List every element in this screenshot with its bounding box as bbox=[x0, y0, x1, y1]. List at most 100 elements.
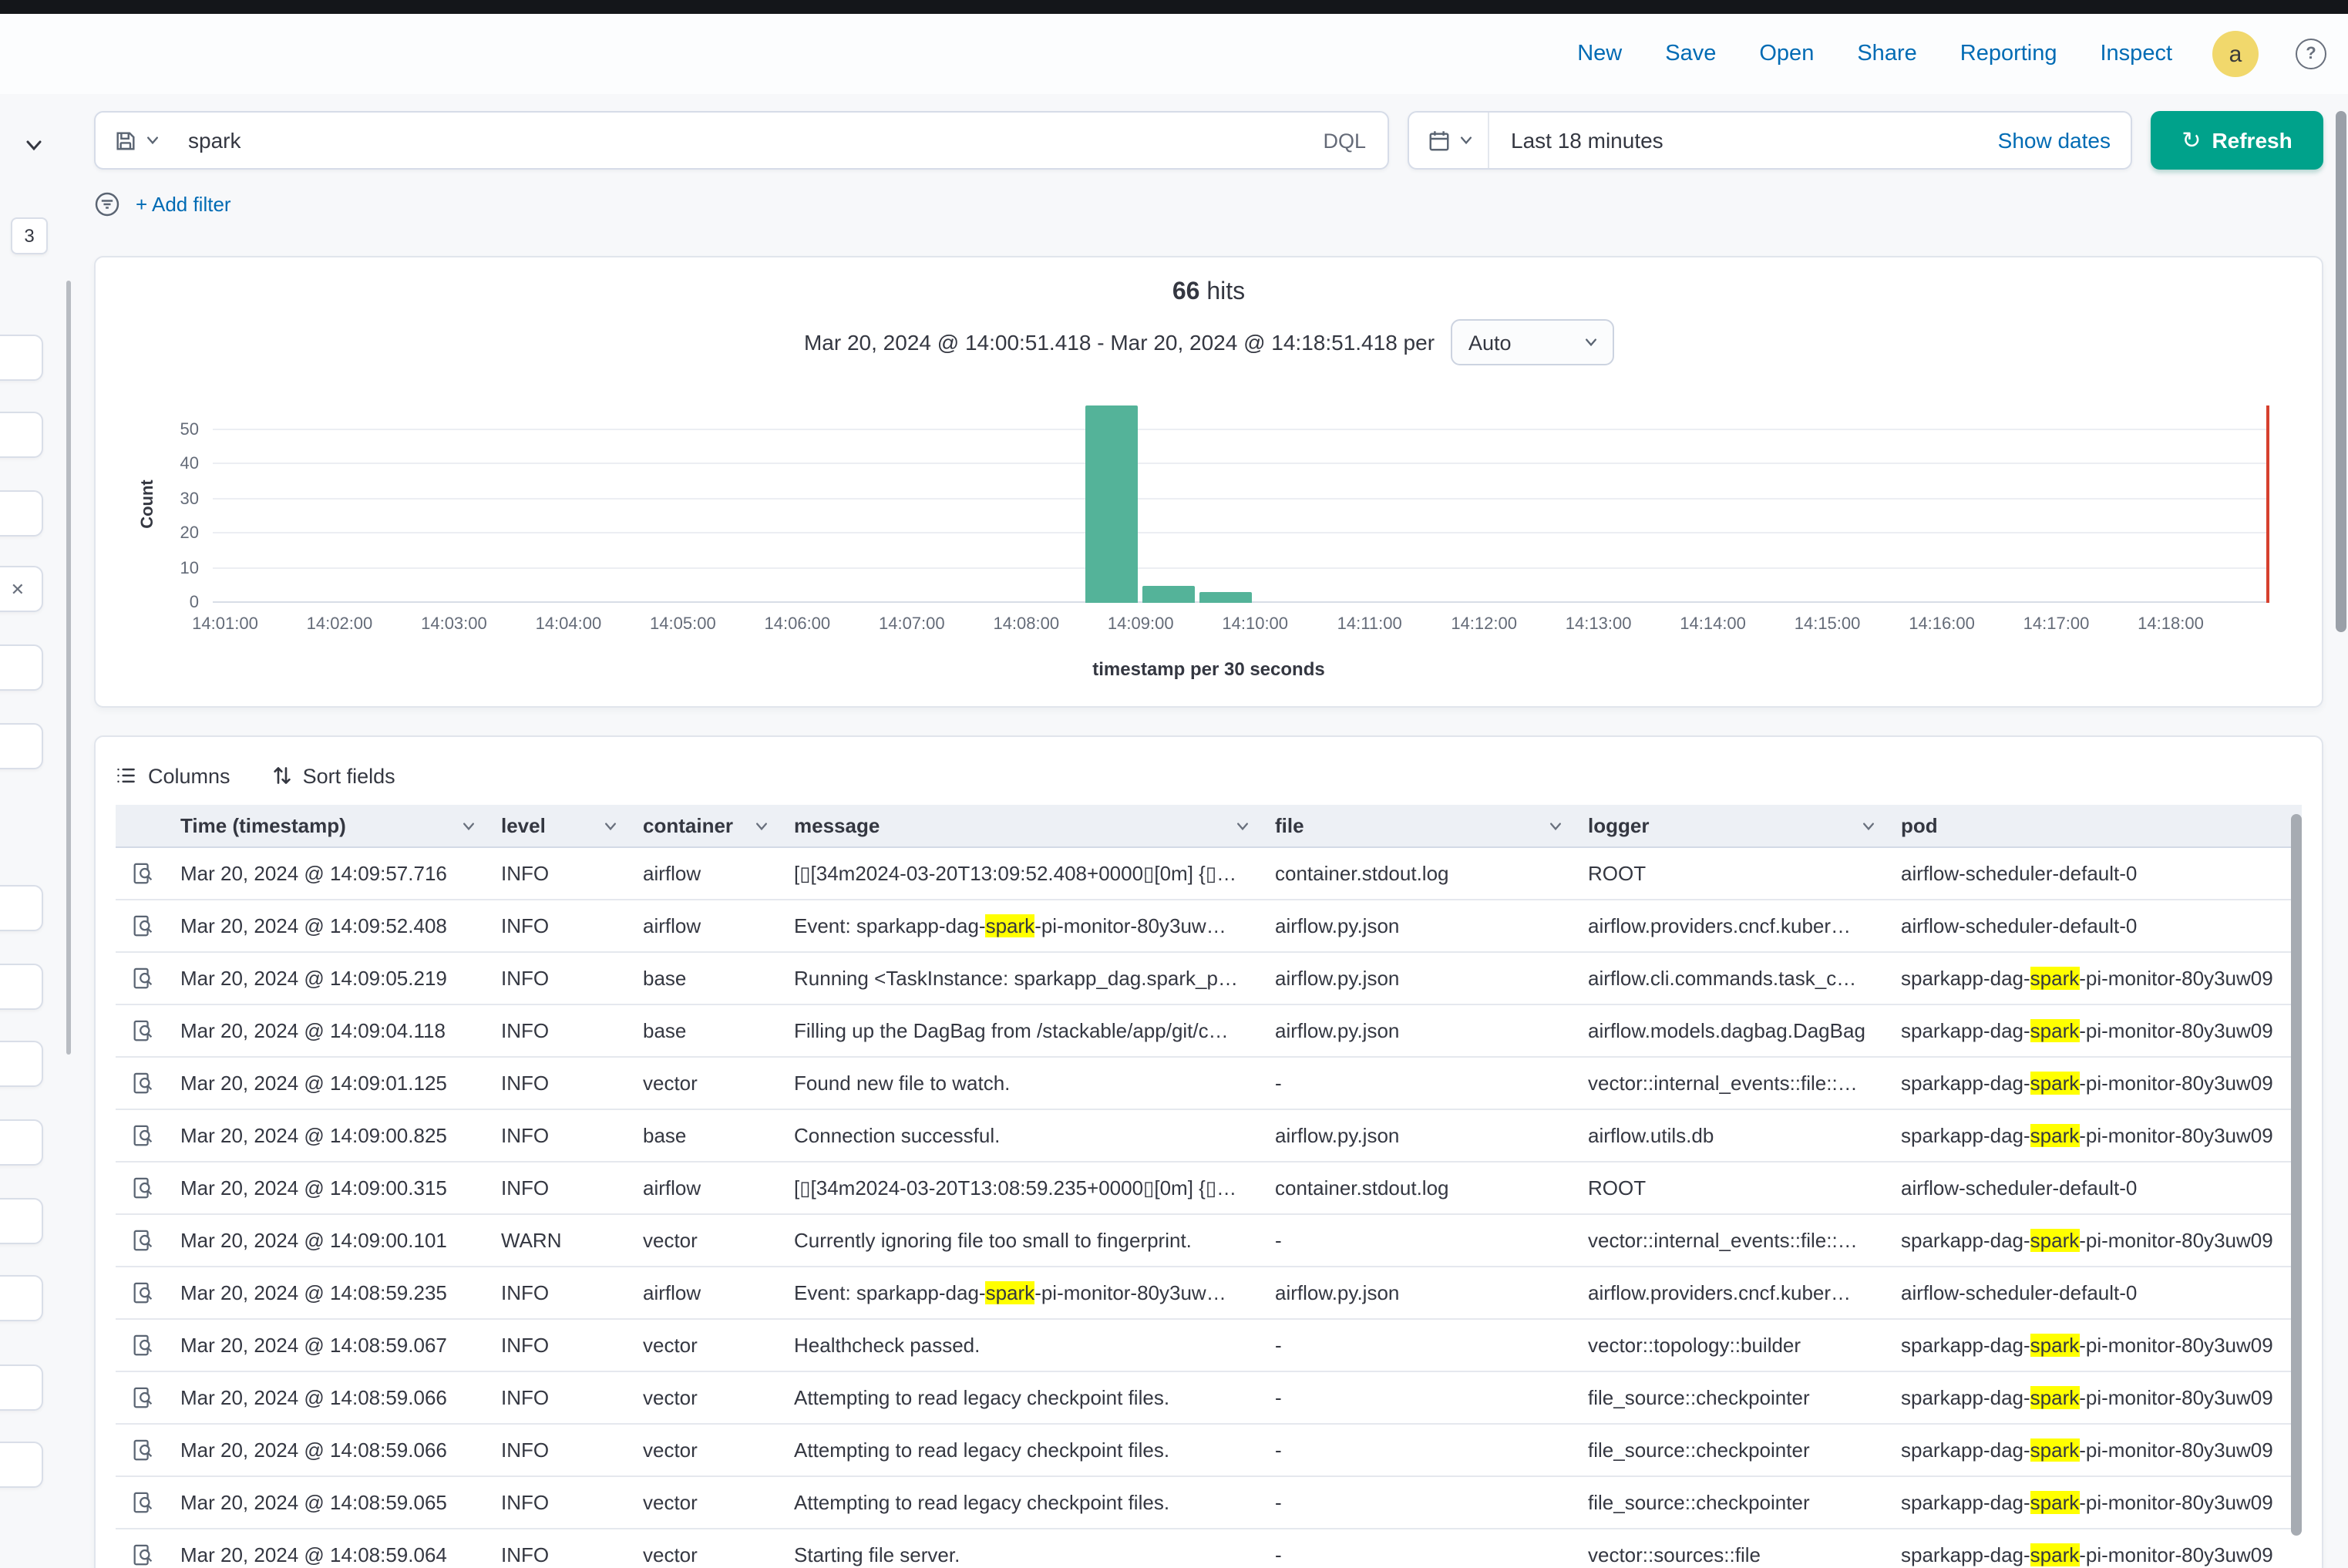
rail-scrollbar[interactable] bbox=[66, 281, 71, 1055]
cell-pod: sparkapp-dag-spark-pi-monitor-80y3uw09 bbox=[1889, 1072, 2302, 1095]
cell-message: Running <TaskInstance: sparkapp_dag.spar… bbox=[782, 967, 1263, 990]
histogram-plot-area[interactable]: 0102030405014:01:0014:02:0014:03:0014:04… bbox=[213, 405, 2269, 603]
expand-document-button[interactable] bbox=[116, 1229, 168, 1252]
chevron-down-icon[interactable] bbox=[603, 818, 618, 833]
cell-file: airflow.py.json bbox=[1263, 1019, 1576, 1042]
x-tick-label: 14:11:00 bbox=[1337, 615, 1402, 634]
cell-message: Connection successful. bbox=[782, 1124, 1263, 1147]
show-dates-button[interactable]: Show dates bbox=[1998, 128, 2131, 153]
remove-icon[interactable]: ✕ bbox=[11, 579, 25, 599]
x-tick-label: 14:08:00 bbox=[993, 615, 1059, 634]
columns-button[interactable]: Columns bbox=[116, 764, 230, 787]
cell-container: vector bbox=[631, 1491, 782, 1514]
nav-share[interactable]: Share bbox=[1857, 42, 1916, 66]
expand-document-button[interactable] bbox=[116, 1334, 168, 1357]
expand-document-button[interactable] bbox=[116, 914, 168, 937]
expand-document-button[interactable] bbox=[116, 1124, 168, 1147]
column-header-file[interactable]: file bbox=[1263, 805, 1576, 846]
cell-message: [▯[34m2024-03-20T13:09:52.408+0000▯[0m] … bbox=[782, 861, 1263, 886]
column-header-container[interactable]: container bbox=[631, 805, 782, 846]
field-button-partial[interactable] bbox=[0, 1198, 43, 1244]
cell-level: INFO bbox=[489, 967, 631, 990]
page-scrollbar-thumb[interactable] bbox=[2336, 111, 2346, 632]
sort-fields-button[interactable]: Sort fields bbox=[274, 764, 395, 787]
nav-inspect[interactable]: Inspect bbox=[2101, 42, 2173, 66]
quick-select-button[interactable] bbox=[1409, 113, 1489, 168]
table-scrollbar-thumb[interactable] bbox=[2291, 814, 2302, 1536]
nav-new[interactable]: New bbox=[1577, 42, 1622, 66]
nav-open[interactable]: Open bbox=[1759, 42, 1814, 66]
x-tick-label: 14:17:00 bbox=[2023, 615, 2090, 634]
column-header-time-timestamp-[interactable]: Time (timestamp) bbox=[168, 805, 489, 846]
query-bar: DQL Last 18 minutes Show dates ↻ Refresh bbox=[94, 111, 2323, 170]
expand-document-button[interactable] bbox=[116, 1072, 168, 1095]
field-button-partial[interactable] bbox=[0, 335, 43, 381]
cell-level: WARN bbox=[489, 1229, 631, 1252]
query-language-button[interactable]: DQL bbox=[1301, 129, 1388, 152]
refresh-button[interactable]: ↻ Refresh bbox=[2151, 111, 2323, 170]
cell-level: INFO bbox=[489, 1543, 631, 1566]
column-header-label: container bbox=[643, 814, 733, 837]
interval-select[interactable]: Auto bbox=[1450, 319, 1613, 365]
expand-document-button[interactable] bbox=[116, 1438, 168, 1462]
search-highlight: spark bbox=[986, 1281, 1035, 1304]
column-header-logger[interactable]: logger bbox=[1576, 805, 1889, 846]
field-button-partial[interactable] bbox=[0, 1041, 43, 1087]
inspect-document-icon bbox=[130, 1334, 153, 1357]
help-icon[interactable]: ? bbox=[2296, 39, 2326, 69]
field-button-partial[interactable] bbox=[0, 723, 43, 769]
expand-document-button[interactable] bbox=[116, 1176, 168, 1200]
field-button-partial[interactable] bbox=[0, 1364, 43, 1411]
cell-container: vector bbox=[631, 1334, 782, 1357]
cell-pod: airflow-scheduler-default-0 bbox=[1889, 914, 2302, 937]
field-button-partial[interactable] bbox=[0, 412, 43, 458]
chevron-down-icon[interactable] bbox=[461, 818, 476, 833]
nav-save[interactable]: Save bbox=[1665, 42, 1716, 66]
cell-file: - bbox=[1263, 1386, 1576, 1409]
chevron-down-icon[interactable] bbox=[1861, 818, 1876, 833]
cell-container: airflow bbox=[631, 1176, 782, 1200]
chevron-down-icon[interactable] bbox=[1235, 818, 1250, 833]
add-filter-button[interactable]: + Add filter bbox=[136, 192, 231, 215]
collapse-panel-button[interactable] bbox=[14, 128, 54, 162]
table-row: Mar 20, 2024 @ 14:09:52.408INFOairflowEv… bbox=[116, 900, 2302, 953]
field-button-partial[interactable] bbox=[0, 1275, 43, 1321]
field-button-partial[interactable] bbox=[0, 490, 43, 537]
search-input[interactable] bbox=[176, 128, 1301, 153]
field-button-partial[interactable] bbox=[0, 644, 43, 691]
cell-container: vector bbox=[631, 1438, 782, 1462]
nav-reporting[interactable]: Reporting bbox=[1960, 42, 2057, 66]
chevron-down-icon[interactable] bbox=[1548, 818, 1563, 833]
saved-query-button[interactable] bbox=[96, 113, 176, 168]
column-header-message[interactable]: message bbox=[782, 805, 1263, 846]
field-count-badge[interactable]: 3 bbox=[11, 217, 48, 254]
cell-level: INFO bbox=[489, 1072, 631, 1095]
table-toolbar: Columns Sort fields bbox=[116, 755, 2302, 796]
expand-document-button[interactable] bbox=[116, 1019, 168, 1042]
y-tick-label: 40 bbox=[180, 455, 200, 473]
field-button-partial[interactable] bbox=[0, 964, 43, 1010]
field-button-partial[interactable] bbox=[0, 1119, 43, 1166]
column-header-pod[interactable]: pod bbox=[1889, 805, 2302, 846]
avatar[interactable]: a bbox=[2212, 31, 2259, 77]
time-range-value[interactable]: Last 18 minutes bbox=[1489, 128, 1998, 153]
expand-document-button[interactable] bbox=[116, 1491, 168, 1514]
cell-pod: sparkapp-dag-spark-pi-monitor-80y3uw09 bbox=[1889, 1124, 2302, 1147]
x-tick-label: 14:03:00 bbox=[421, 615, 487, 634]
expand-document-button[interactable] bbox=[116, 1386, 168, 1409]
field-button-partial[interactable]: ✕ bbox=[0, 566, 43, 612]
cell-logger: vector::sources::file bbox=[1576, 1543, 1889, 1566]
cell-pod: sparkapp-dag-spark-pi-monitor-80y3uw09 bbox=[1889, 1491, 2302, 1514]
column-header-label: file bbox=[1275, 814, 1304, 837]
expand-document-button[interactable] bbox=[116, 1281, 168, 1304]
field-button-partial[interactable] bbox=[0, 1442, 43, 1488]
expand-document-button[interactable] bbox=[116, 1543, 168, 1566]
table-row: Mar 20, 2024 @ 14:09:04.118INFObaseFilli… bbox=[116, 1005, 2302, 1058]
cell-time: Mar 20, 2024 @ 14:08:59.066 bbox=[168, 1386, 489, 1409]
field-button-partial[interactable] bbox=[0, 885, 43, 931]
expand-document-button[interactable] bbox=[116, 862, 168, 885]
inspect-document-icon bbox=[130, 1543, 153, 1566]
chevron-down-icon[interactable] bbox=[754, 818, 769, 833]
expand-document-button[interactable] bbox=[116, 967, 168, 990]
column-header-level[interactable]: level bbox=[489, 805, 631, 846]
